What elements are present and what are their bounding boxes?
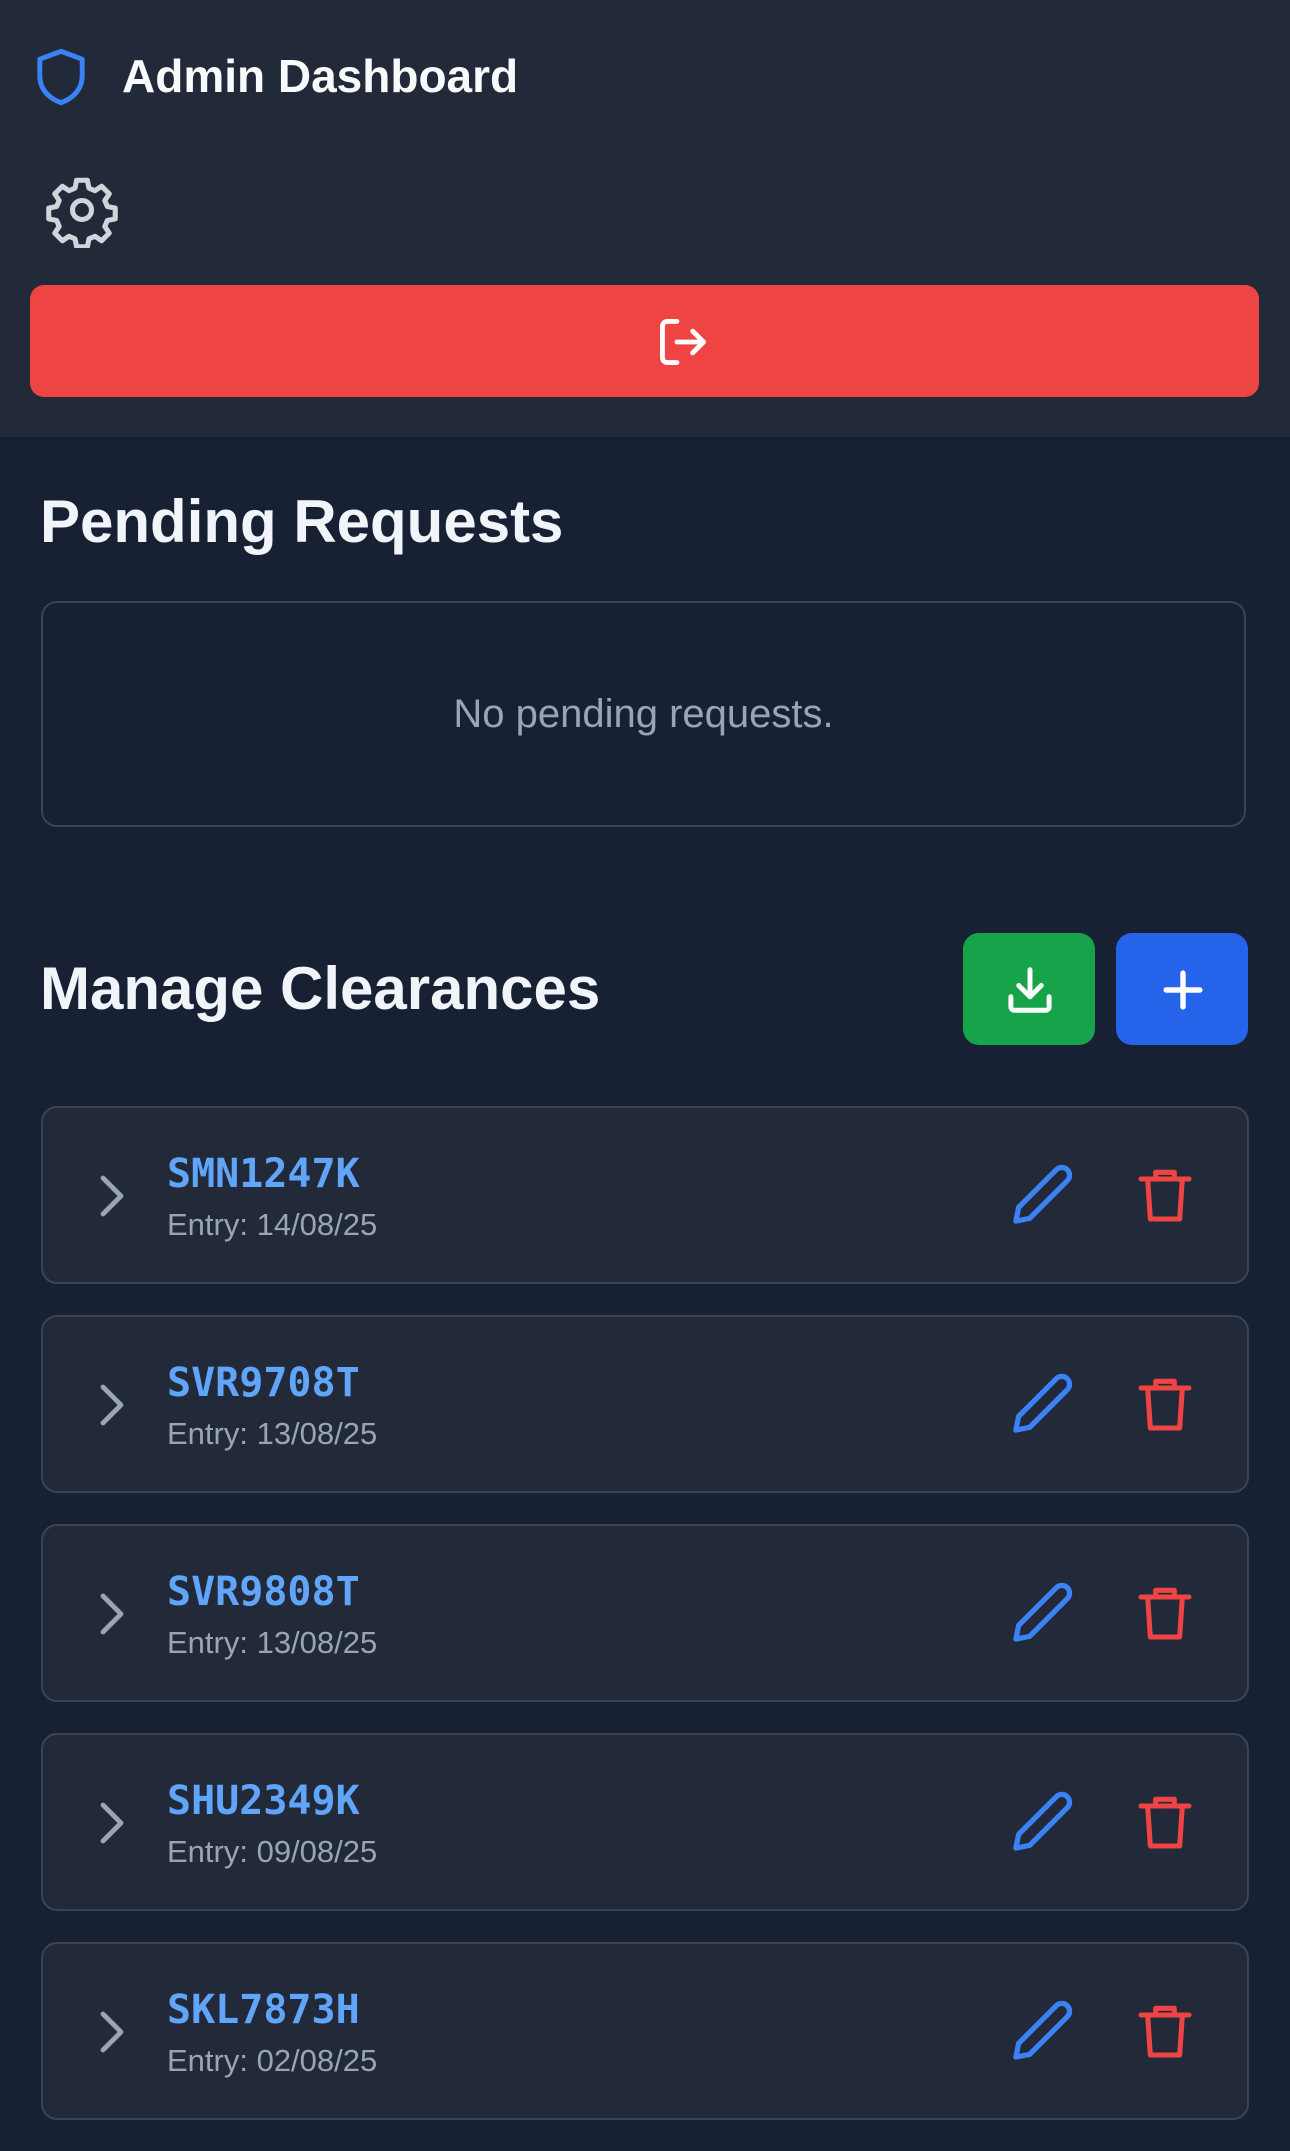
chevron-right-icon[interactable] [87, 1170, 135, 1222]
pencil-icon[interactable] [1009, 1789, 1075, 1855]
plus-icon [1163, 970, 1203, 1010]
logout-icon [660, 319, 706, 365]
clearance-id: SVR9708T [167, 1360, 360, 1406]
chevron-right-icon[interactable] [87, 1379, 135, 1431]
gear-icon [46, 177, 118, 250]
clearance-item: SVR9808T Entry: 13/08/25 [41, 1524, 1249, 1702]
pending-requests-panel: No pending requests. [41, 601, 1246, 827]
pencil-icon[interactable] [1009, 1162, 1075, 1228]
trash-icon[interactable] [1133, 1371, 1197, 1437]
pending-requests-title: Pending Requests [40, 488, 564, 555]
pencil-icon[interactable] [1009, 1998, 1075, 2064]
trash-icon[interactable] [1133, 1998, 1197, 2064]
manage-clearances-title: Manage Clearances [40, 955, 601, 1022]
trash-icon[interactable] [1133, 1580, 1197, 1646]
entry-date: Entry: 14/08/25 [167, 1207, 378, 1242]
empty-state-text: No pending requests. [453, 691, 834, 736]
chevron-right-icon[interactable] [87, 2006, 135, 2058]
clearance-list: SMN1247K Entry: 14/08/25 SVR9708T Entry:… [41, 1106, 1249, 2151]
download-icon [1008, 967, 1052, 1013]
settings-button[interactable] [44, 172, 120, 250]
chevron-right-icon[interactable] [87, 1588, 135, 1640]
pencil-icon[interactable] [1009, 1371, 1075, 1437]
clearance-item: SVR9708T Entry: 13/08/25 [41, 1315, 1249, 1493]
clearance-item: SMN1247K Entry: 14/08/25 [41, 1106, 1249, 1284]
logout-button[interactable] [30, 285, 1259, 397]
clearance-id: SKL7873H [167, 1987, 360, 2033]
clearance-id: SVR9808T [167, 1569, 360, 1615]
trash-icon[interactable] [1133, 1162, 1197, 1228]
download-button[interactable] [963, 933, 1095, 1045]
pencil-icon[interactable] [1009, 1580, 1075, 1646]
clearance-item: SHU2349K Entry: 09/08/25 [41, 1733, 1249, 1911]
entry-date: Entry: 02/08/25 [167, 2043, 378, 2078]
entry-date: Entry: 13/08/25 [167, 1625, 378, 1660]
entry-date: Entry: 09/08/25 [167, 1834, 378, 1869]
chevron-right-icon[interactable] [87, 1797, 135, 1849]
add-clearance-button[interactable] [1116, 933, 1248, 1045]
entry-date: Entry: 13/08/25 [167, 1416, 378, 1451]
clearance-id: SMN1247K [167, 1151, 360, 1197]
trash-icon[interactable] [1133, 1789, 1197, 1855]
shield-icon [37, 48, 85, 106]
top-header: Admin Dashboard [0, 0, 1290, 437]
app-title: Admin Dashboard [122, 50, 519, 102]
clearance-item: SKL7873H Entry: 02/08/25 [41, 1942, 1249, 2120]
clearance-id: SHU2349K [167, 1778, 360, 1824]
